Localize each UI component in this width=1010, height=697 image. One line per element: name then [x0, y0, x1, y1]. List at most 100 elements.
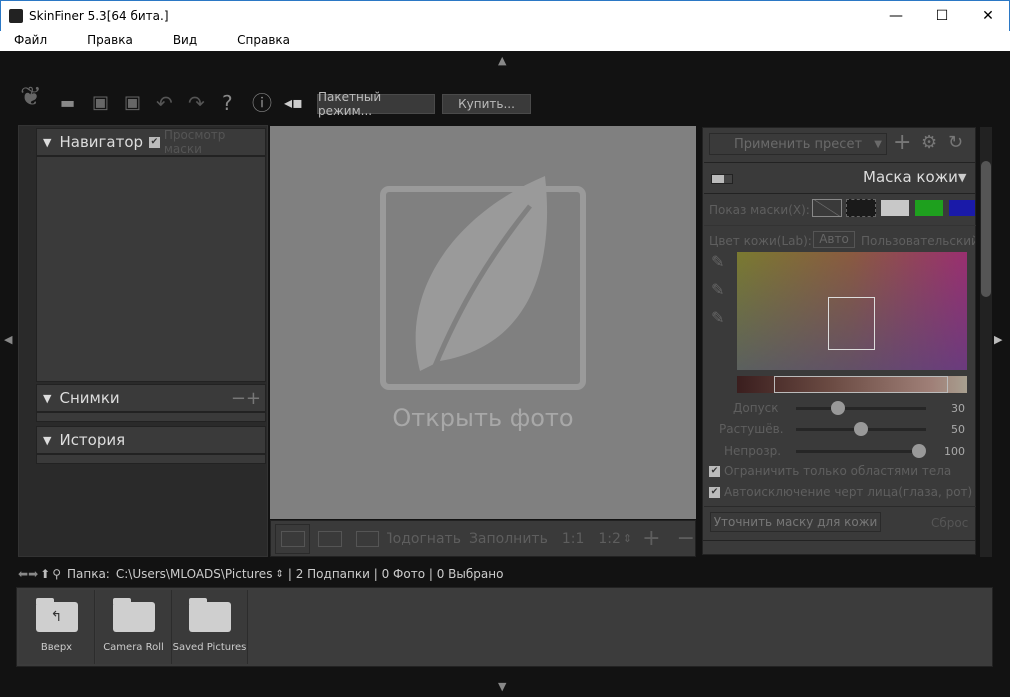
mask-black-swatch[interactable] [846, 199, 876, 217]
expand-triangle-icon: ▼ [43, 391, 52, 405]
collapse-top-arrow-icon[interactable]: ▲ [498, 54, 506, 67]
canvas-toolbar: Подогнать Заполнить 1:1 1:2 ⇕ + − [270, 520, 696, 557]
app-icon [9, 9, 23, 23]
right-scrollbar[interactable] [980, 127, 992, 557]
logo-leaf-icon: ❦ [20, 82, 42, 112]
collapse-right-arrow-icon[interactable]: ▶ [994, 333, 1002, 346]
path-bar: ⬅ ➡ ⬆ ⚲ Папка: C:\Users\MLOADS\Pictures … [0, 563, 1010, 585]
refine-mask-button[interactable]: Уточнить маску для кожи [710, 512, 881, 532]
menu-file[interactable]: Файл [0, 31, 47, 51]
color-selection-box[interactable] [828, 297, 875, 350]
remove-snapshot-icon[interactable]: −+ [231, 388, 261, 409]
skin-mask-title: Маска кожи [863, 168, 958, 186]
maximize-button[interactable]: ☐ [919, 1, 965, 31]
zoom-stepper-icon[interactable]: ⇕ [623, 532, 632, 545]
title-bar: SkinFiner 5.3[64 бита.] — ☐ ✕ [0, 0, 1010, 31]
mask-green-swatch[interactable] [915, 200, 943, 216]
minimize-button[interactable]: — [873, 1, 919, 31]
eyedropper-subtract-icon[interactable]: ✎ [711, 308, 724, 327]
slider-knob[interactable] [912, 444, 926, 458]
collapse-left-arrow-icon[interactable]: ◀ [4, 333, 12, 346]
eyedropper-add-icon[interactable]: ✎ [711, 280, 724, 299]
folder-icon [188, 598, 231, 632]
folder-up-icon: ↰ [35, 598, 78, 632]
menu-help[interactable]: Справка [223, 31, 290, 51]
plugin-icon[interactable]: ◂▪ [284, 92, 303, 114]
snapshots-body [36, 412, 266, 422]
reset-button[interactable]: Сброс [931, 516, 968, 530]
slider-knob[interactable] [854, 422, 868, 436]
window-title: SkinFiner 5.3[64 бита.] [29, 9, 169, 23]
color-range-bar[interactable] [737, 376, 967, 393]
search-icon[interactable]: ⚲ [52, 567, 61, 581]
zoom-1-2-button[interactable]: 1:2 [598, 531, 621, 547]
exclude-face-checkbox[interactable]: ✔ Автоисключение черт лица(глаза, рот) [709, 485, 972, 499]
apply-preset-dropdown[interactable]: Применить пресет ▼ [709, 133, 887, 155]
help-icon[interactable]: ? [222, 92, 233, 114]
limit-body-checkbox[interactable]: ✔ Ограничить только областями тела [709, 464, 951, 478]
snapshots-header[interactable]: ▼ Снимки −+ [36, 384, 266, 412]
fill-button[interactable]: Заполнить [469, 531, 548, 547]
menu-bar: Файл Правка Вид Справка [0, 31, 1010, 51]
navigator-header[interactable]: ▼ Навигатор ✔ Просмотр маски [36, 128, 266, 156]
menu-edit[interactable]: Правка [73, 31, 133, 51]
history-header[interactable]: ▼ История [36, 426, 266, 454]
buy-button[interactable]: Купить... [442, 94, 531, 114]
history-title: История [59, 431, 126, 449]
folder-item[interactable]: Camera Roll [96, 590, 172, 664]
undo-icon[interactable]: ↶ [156, 92, 173, 114]
navigator-title: Навигатор [59, 133, 144, 151]
save-as-icon[interactable]: ▣ [124, 92, 141, 114]
fit-button[interactable]: Подогнать [387, 531, 461, 547]
mask-show-label: Показ маски(X): [709, 203, 810, 217]
skin-mask-toggle[interactable] [711, 174, 733, 184]
folder-label: Папка: [66, 567, 110, 581]
mask-none-swatch[interactable] [812, 199, 842, 217]
save-icon[interactable]: ▣ [92, 92, 109, 114]
split-horizontal-button[interactable] [355, 530, 379, 547]
info-icon[interactable]: ⓘ [252, 92, 272, 114]
mask-blue-swatch[interactable] [949, 200, 975, 216]
forward-arrow-icon[interactable]: ➡ [28, 567, 38, 581]
folder-item-up[interactable]: ↰ Вверх [19, 590, 95, 664]
slider-knob[interactable] [830, 401, 845, 415]
open-folder-icon[interactable]: ▬ [60, 92, 75, 114]
history-body [36, 454, 266, 464]
mask-preview-checkbox[interactable]: ✔ [149, 136, 160, 148]
photo-canvas[interactable]: Открыть фото [270, 126, 696, 519]
color-picker-area[interactable] [737, 252, 967, 370]
folder-icon [112, 598, 155, 632]
zoom-in-icon[interactable]: + [642, 526, 660, 551]
menu-view[interactable]: Вид [159, 31, 197, 51]
add-preset-icon[interactable]: + [893, 130, 911, 155]
redo-icon[interactable]: ↷ [188, 92, 205, 114]
up-arrow-icon[interactable]: ⬆ [40, 567, 50, 581]
navigator-body [36, 156, 266, 382]
batch-mode-button[interactable]: Пакетный режим... [317, 90, 435, 118]
single-view-button[interactable] [275, 523, 311, 554]
zoom-1-1-button[interactable]: 1:1 [562, 531, 585, 547]
folder-item[interactable]: Saved Pictures [172, 590, 248, 664]
refresh-icon[interactable]: ↻ [948, 132, 963, 153]
folder-stats: | 2 Подпапки | 0 Фото | 0 Выбрано [287, 567, 504, 581]
leaf-placeholder-icon [380, 176, 586, 390]
scrollbar-thumb[interactable] [981, 161, 991, 297]
next-panel-header[interactable] [703, 540, 975, 552]
eyedropper-icon[interactable]: ✎ [711, 252, 724, 271]
expand-triangle-icon: ▼ [43, 433, 52, 447]
open-photo-label[interactable]: Открыть фото [270, 404, 696, 432]
settings-gear-icon[interactable]: ⚙ [921, 132, 937, 153]
auto-button[interactable]: Авто [813, 231, 855, 248]
folder-path[interactable]: C:\Users\MLOADS\Pictures [116, 567, 273, 581]
path-stepper-icon[interactable]: ⇕ [275, 569, 283, 580]
skin-color-label: Цвет кожи(Lab): [709, 234, 812, 248]
custom-button[interactable]: Пользовательский [861, 234, 975, 248]
close-button[interactable]: ✕ [965, 1, 1010, 31]
collapse-triangle-icon[interactable]: ▼ [958, 171, 966, 184]
collapse-bottom-arrow-icon[interactable]: ▼ [498, 680, 506, 693]
back-arrow-icon[interactable]: ⬅ [18, 567, 28, 581]
zoom-out-icon[interactable]: − [677, 526, 695, 551]
filmstrip: ↰ Вверх Camera Roll Saved Pictures [16, 587, 993, 667]
mask-gray-swatch[interactable] [881, 200, 909, 216]
split-vertical-button[interactable] [318, 530, 342, 547]
